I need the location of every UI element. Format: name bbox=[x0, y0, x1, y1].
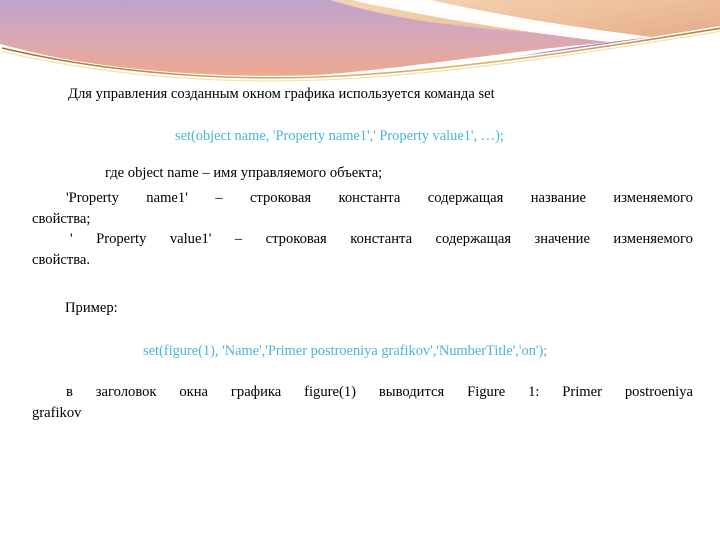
word: postroeniya bbox=[624, 384, 693, 400]
word: выводится bbox=[378, 384, 445, 400]
word: ' bbox=[70, 231, 73, 247]
word: Property bbox=[96, 231, 147, 247]
justified-line-last: grafikov bbox=[32, 404, 82, 421]
justified-line: в заголовок окна графика figure(1) вывод… bbox=[32, 382, 693, 403]
justified-line-last: свойства. bbox=[32, 251, 91, 268]
code-example-line: set(figure(1), 'Name','Primer postroeniy… bbox=[143, 343, 548, 359]
justified-line-last: свойства; bbox=[32, 210, 91, 227]
word: окна bbox=[179, 384, 209, 400]
word: figure(1) bbox=[304, 384, 357, 400]
word: строковая bbox=[249, 190, 312, 206]
word: Primer bbox=[562, 384, 603, 400]
word: константа bbox=[338, 190, 401, 206]
definition-object-name: где object name – имя управляемого объек… bbox=[105, 165, 383, 181]
word: name1' bbox=[146, 190, 188, 206]
presentation-slide: Для управления созданным окном графика и… bbox=[0, 0, 720, 540]
word: содержащая bbox=[427, 190, 504, 206]
definition-property-value: ' Property value1' – строковая константа… bbox=[32, 229, 693, 270]
definition-property-name: 'Property name1' – строковая константа с… bbox=[32, 188, 693, 229]
example-label: Пример: bbox=[65, 300, 118, 316]
slide-text-body: Для управления созданным окном графика и… bbox=[0, 0, 720, 540]
word: 'Property bbox=[66, 190, 119, 206]
result-paragraph: в заголовок окна графика figure(1) вывод… bbox=[32, 382, 693, 423]
word: графика bbox=[230, 384, 282, 400]
word: изменяемого bbox=[613, 190, 693, 206]
justified-line: 'Property name1' – строковая константа с… bbox=[32, 188, 693, 209]
word: value1' bbox=[169, 231, 212, 247]
word: константа bbox=[350, 231, 413, 247]
word: – bbox=[215, 190, 223, 206]
word: изменяемого bbox=[613, 231, 693, 247]
word: название bbox=[530, 190, 587, 206]
code-syntax-line: set(object name, 'Property name1',' Prop… bbox=[175, 128, 504, 144]
word: 1: bbox=[528, 384, 540, 400]
word: заголовок bbox=[95, 384, 157, 400]
word: – bbox=[234, 231, 243, 247]
word: в bbox=[66, 384, 73, 400]
word: значение bbox=[534, 231, 590, 247]
intro-line: Для управления созданным окном графика и… bbox=[68, 86, 495, 102]
word: содержащая bbox=[435, 231, 512, 247]
justified-line: ' Property value1' – строковая константа… bbox=[32, 229, 693, 250]
word: Figure bbox=[467, 384, 506, 400]
word: строковая bbox=[265, 231, 327, 247]
